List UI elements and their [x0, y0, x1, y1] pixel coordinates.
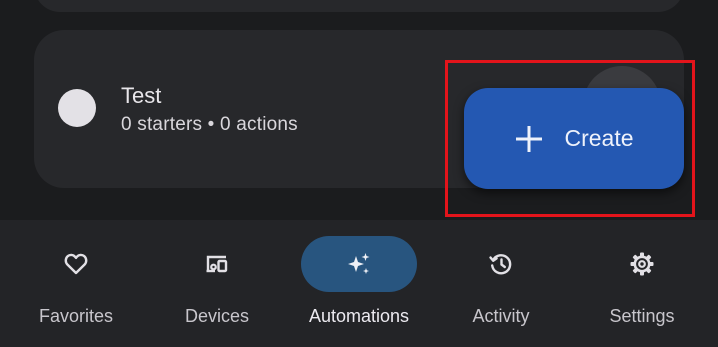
- create-button[interactable]: Create: [464, 88, 684, 189]
- nav-item-settings[interactable]: Settings: [582, 220, 702, 347]
- nav-label-settings: Settings: [609, 306, 675, 326]
- heart-icon: [64, 253, 88, 275]
- routine-title: Test: [121, 83, 162, 108]
- nav-label-activity: Activity: [472, 306, 530, 326]
- routine-subtitle: 0 starters • 0 actions: [121, 114, 298, 135]
- plus-icon: [516, 125, 543, 152]
- nav-label-automations: Automations: [308, 306, 410, 326]
- previous-routine-card[interactable]: [34, 0, 684, 12]
- nav-label-devices: Devices: [184, 306, 250, 326]
- nav-label-favorites: Favorites: [38, 306, 114, 326]
- automations-screen: Test 0 starters • 0 actions Create Favor…: [0, 0, 718, 347]
- nav-item-automations[interactable]: Automations: [299, 220, 419, 347]
- automations-active-pill: [301, 236, 417, 292]
- devices-icon: [206, 255, 228, 273]
- nav-item-favorites[interactable]: Favorites: [16, 220, 136, 347]
- nav-item-devices[interactable]: Devices: [157, 220, 277, 347]
- nav-item-activity[interactable]: Activity: [441, 220, 561, 347]
- sparkle-icon: [348, 253, 370, 274]
- create-button-label: Create: [564, 125, 634, 151]
- routine-status-icon: [58, 89, 96, 127]
- gear-icon: [630, 252, 654, 276]
- history-icon: [489, 254, 512, 275]
- bottom-navigation-bar: Favorites Devices Automations Activity S…: [0, 220, 718, 347]
